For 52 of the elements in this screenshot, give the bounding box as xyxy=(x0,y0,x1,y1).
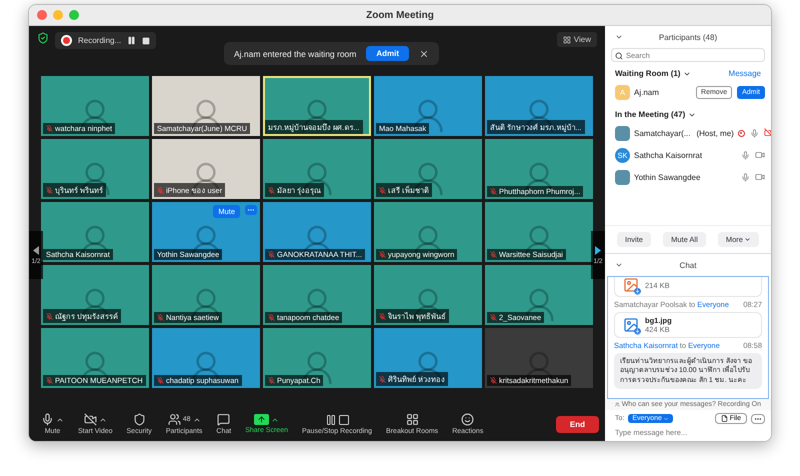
people-icon xyxy=(615,401,620,408)
pause-stop-icon xyxy=(324,414,350,426)
grid-icon xyxy=(562,36,571,44)
chat-bubble-icon xyxy=(217,413,230,426)
caret-icon xyxy=(662,416,669,422)
view-button[interactable]: View xyxy=(556,32,597,47)
smiley-icon xyxy=(461,413,474,426)
more-options-button[interactable] xyxy=(751,414,765,424)
chevron-down-icon xyxy=(744,236,751,243)
close-window-icon[interactable] xyxy=(37,10,47,20)
record-dot-icon xyxy=(61,35,72,46)
video-off-icon xyxy=(84,413,97,426)
window-title: Zoom Meeting xyxy=(366,10,434,20)
section-title: Waiting Room (1) xyxy=(615,69,680,78)
avatar-photo-placeholder xyxy=(615,170,630,184)
shield-check-icon[interactable] xyxy=(37,32,49,44)
panel-title: Participants (48) xyxy=(658,32,718,42)
participant-role: (Host, me) xyxy=(696,128,734,138)
message-link[interactable]: Message xyxy=(728,69,761,78)
participant-name: Yothin Sawangdee xyxy=(634,172,700,182)
left-triangle-icon xyxy=(33,246,39,254)
notification-message: Aj.nam entered the waiting room xyxy=(234,48,356,58)
section-title: In the Meeting (47) xyxy=(615,110,686,119)
avatar-photo-placeholder xyxy=(615,126,630,140)
document-icon xyxy=(720,415,728,422)
admit-button[interactable]: Admit xyxy=(366,46,410,61)
shield-icon xyxy=(132,413,146,426)
right-triangle-icon xyxy=(595,246,601,254)
camera-icon xyxy=(755,172,765,182)
people-icon xyxy=(168,413,181,426)
grid-icon xyxy=(406,413,419,426)
participant-name: Samatchayar(... xyxy=(634,128,690,138)
microphone-icon xyxy=(41,413,54,426)
participant-row[interactable]: Yothin Sawangdee xyxy=(605,166,771,188)
participant-row[interactable]: Samatchayar(... (Host, me) xyxy=(605,122,771,144)
microphone-icon xyxy=(741,172,750,182)
pause-icon[interactable] xyxy=(127,36,136,45)
search-icon xyxy=(615,52,623,60)
close-icon[interactable] xyxy=(419,48,430,58)
chat-title: Chat xyxy=(680,260,696,270)
participant-name: Sathcha Kaisornrat xyxy=(634,150,702,160)
end-button[interactable]: End xyxy=(556,416,599,432)
collapse-icon[interactable] xyxy=(615,261,623,269)
recording-label: Recording... xyxy=(78,36,122,45)
microphone-icon xyxy=(750,128,759,138)
file-image-icon xyxy=(623,317,639,333)
participant-name: Aj.nam xyxy=(634,88,659,96)
file-image-icon xyxy=(623,277,639,293)
microphone-icon xyxy=(741,150,750,160)
collapse-icon[interactable] xyxy=(615,33,623,41)
camera-icon xyxy=(755,150,765,160)
stop-icon[interactable] xyxy=(142,36,150,44)
